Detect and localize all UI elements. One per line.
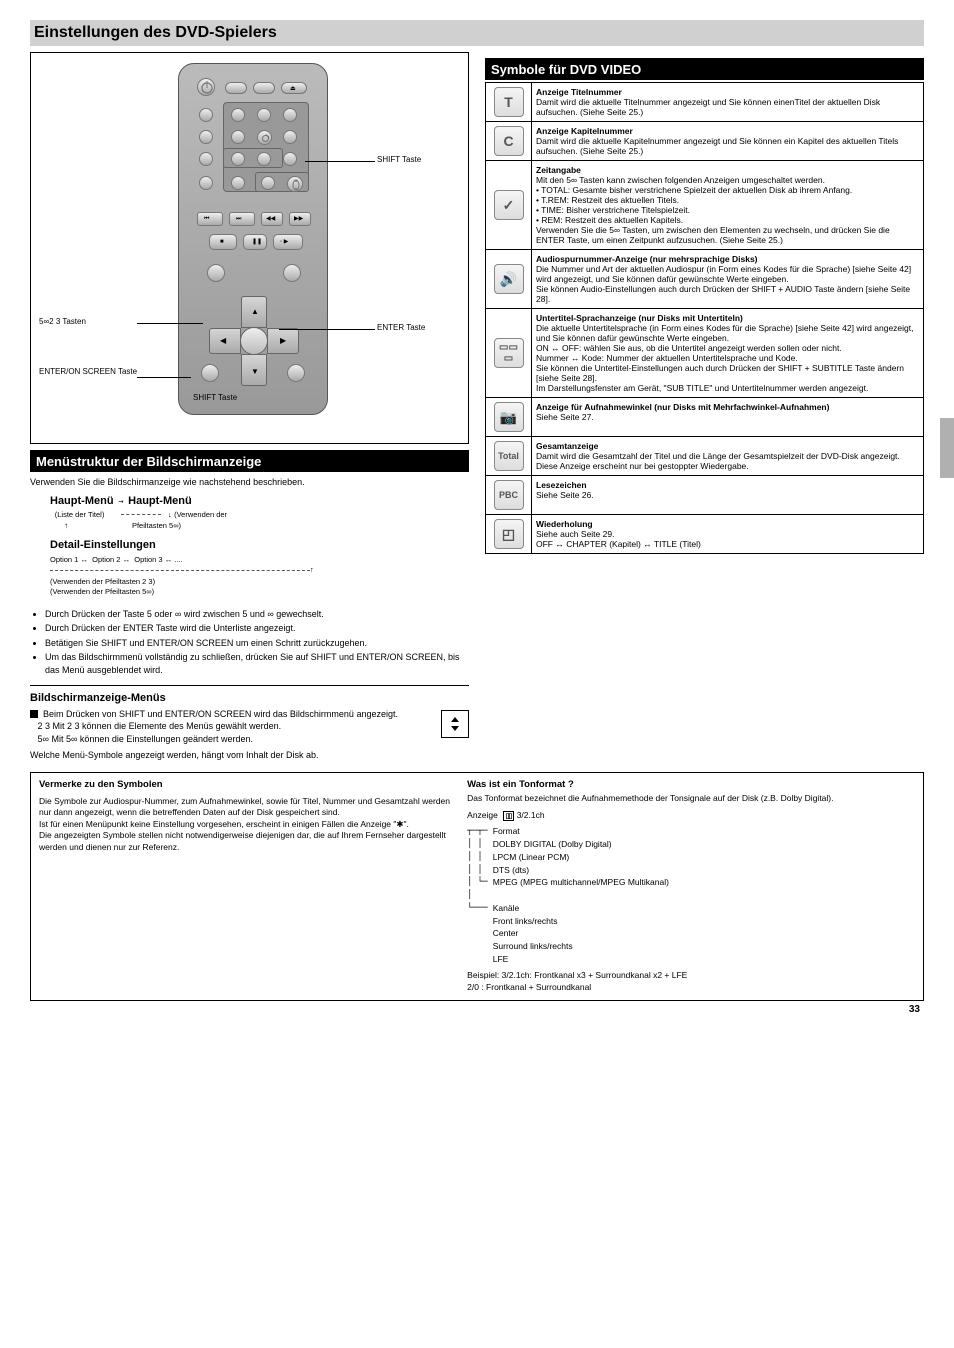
bullet-list: Durch Drücken der Taste 5 oder ∞ wird zw…: [30, 608, 469, 677]
label-shift-left: SHIFT Taste: [193, 393, 237, 402]
page-up-down-icon: [441, 710, 469, 738]
lead2: Mit 2 3 können die Elemente des Menüs ge…: [53, 721, 282, 731]
dolby-icon: ▯▯: [503, 811, 515, 821]
icon-time: ✓: [494, 190, 524, 220]
icon-audio: 🔊: [494, 264, 524, 294]
left-lead: Verwenden Sie die Bildschirmanzeige wie …: [30, 476, 469, 488]
page-title: Einstellungen des DVD-Spielers: [34, 24, 277, 42]
lead-text: Beim Drücken von SHIFT und ENTER/ON SCRE…: [43, 709, 398, 719]
label-enter: ENTER Taste: [377, 323, 425, 333]
symbol-table: T Anzeige TitelnummerDamit wird die aktu…: [485, 82, 924, 554]
side-tab: [940, 418, 954, 478]
label-shift-right: SHIFT Taste: [377, 155, 421, 165]
stop-icon: [30, 710, 38, 718]
icon-pbc: PBC: [494, 480, 524, 510]
format-tree: ┬─┬─ Format │ │ DOLBY DIGITAL (Dolby Dig…: [467, 825, 915, 994]
icon-angle: 📷: [494, 402, 524, 432]
icon-subtitle: ▭▭▭: [494, 338, 524, 368]
right-strip-title: Symbole für DVD VIDEO: [491, 62, 641, 77]
label-enter-onscreen: ENTER/ON SCREEN Taste: [39, 367, 139, 377]
bottom-left-body: Die Symbole zur Audiospur-Nummer, zum Au…: [39, 796, 451, 853]
icon-title: T: [494, 87, 524, 117]
icon-repeat: ◰: [494, 519, 524, 549]
icon-chapter: C: [494, 126, 524, 156]
disp-label: Anzeige: [467, 810, 498, 820]
mid-heading: Bildschirmanzeige-Menüs: [30, 692, 469, 704]
remote-diagram: ⏏: [30, 52, 469, 444]
label-arrows: 5∞2 3 Tasten: [39, 317, 139, 327]
lead3: Mit 5∞ können die Einstellungen geändert…: [51, 734, 253, 744]
hierarchy-diagram: Haupt-Menü → Haupt-Menü (Liste der Titel…: [30, 494, 469, 597]
bottom-right-title: Was ist ein Tonformat ?: [467, 779, 915, 790]
bottom-info-box: Vermerke zu den Symbolen Die Symbole zur…: [30, 772, 924, 1001]
bottom-right-desc: Das Tonformat bezeichnet die Aufnahmemet…: [467, 793, 915, 804]
left-strip-title: Menüstruktur der Bildschirmanzeige: [36, 454, 261, 469]
icon-total: Total: [494, 441, 524, 471]
bottom-left-title: Vermerke zu den Symbolen: [39, 779, 451, 792]
page-number: 33: [909, 1004, 920, 1015]
post-note: Welche Menü-Symbole angezeigt werden, hä…: [30, 749, 469, 762]
